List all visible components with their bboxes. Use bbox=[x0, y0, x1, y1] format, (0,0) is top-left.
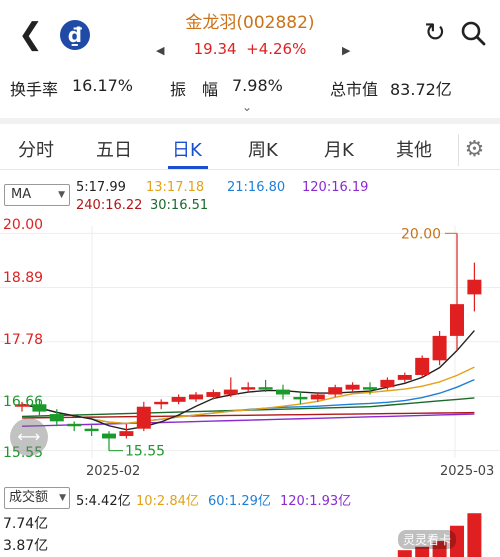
header: ❮ ₫ 金龙羽(002882) ◀ 19.34 +4.26% ▶ ↻ bbox=[0, 0, 500, 68]
vol5-value: 5:4.42亿 bbox=[76, 494, 131, 509]
price-change: +4.26% bbox=[246, 40, 307, 58]
price-axis-label: 16.66 bbox=[3, 394, 44, 410]
low-annotation: 15.55 bbox=[125, 444, 165, 460]
tab-daily-k[interactable]: 日K bbox=[172, 136, 202, 162]
candle-body bbox=[84, 428, 99, 432]
candle-body bbox=[189, 394, 203, 400]
tab-other[interactable]: 其他 bbox=[396, 136, 432, 162]
volume-selector[interactable]: 成交额 ▼ bbox=[4, 487, 70, 509]
candle-body bbox=[467, 279, 482, 295]
price-axis-label: 17.78 bbox=[3, 332, 44, 348]
candle-body bbox=[258, 387, 273, 390]
vol120-value: 120:1.93亿 bbox=[280, 494, 352, 509]
candle-body bbox=[102, 433, 116, 439]
date-label: 2025-02 bbox=[86, 464, 141, 479]
active-tab-underline bbox=[168, 166, 208, 169]
candle-body bbox=[380, 379, 395, 388]
candle-body bbox=[293, 396, 308, 400]
volume-bar bbox=[467, 513, 482, 557]
candle-body bbox=[328, 387, 343, 395]
candle-body bbox=[67, 423, 82, 427]
refresh-icon[interactable]: ↻ bbox=[424, 20, 446, 46]
collapse-icon[interactable]: ⟷ bbox=[10, 418, 48, 456]
amplitude-label: 振 幅 bbox=[170, 80, 219, 99]
tab-intraday[interactable]: 分时 bbox=[18, 136, 54, 162]
volume-selector-label: 成交额 bbox=[9, 490, 49, 505]
candle-body bbox=[119, 431, 134, 437]
candle-body bbox=[276, 389, 290, 395]
watermark: 灵灵看卡 bbox=[398, 530, 457, 549]
turnover-label: 换手率 bbox=[10, 80, 59, 99]
price-axis-label: 20.00 bbox=[3, 217, 44, 233]
volume-bar bbox=[397, 550, 412, 557]
dropdown-icon: ▼ bbox=[59, 493, 66, 503]
stats-row: 换手率 16.17% 振 幅 7.98% 总市值 83.72亿 bbox=[0, 76, 500, 102]
mktcap-label: 总市值 bbox=[330, 80, 379, 99]
candle-body bbox=[345, 384, 360, 390]
candle-body bbox=[223, 389, 238, 395]
divider bbox=[0, 118, 500, 124]
search-icon[interactable] bbox=[460, 20, 486, 46]
candle-body bbox=[397, 374, 412, 380]
tab-five-day[interactable]: 五日 bbox=[96, 136, 132, 162]
ma13-value: 13:17.18 bbox=[146, 180, 205, 195]
ma5-value: 5:17.99 bbox=[76, 180, 126, 195]
vol10-value: 10:2.84亿 bbox=[136, 494, 199, 509]
ma21-value: 21:16.80 bbox=[227, 180, 286, 195]
expand-chevron-icon[interactable]: ⌄ bbox=[242, 100, 252, 114]
candle-body bbox=[154, 401, 169, 405]
price-axis-label: 18.89 bbox=[3, 270, 44, 286]
ma120-value: 120:16.19 bbox=[302, 180, 369, 195]
candle-body bbox=[310, 394, 325, 400]
candle-body bbox=[171, 396, 186, 402]
candle-body bbox=[450, 304, 464, 336]
candle-body bbox=[241, 387, 256, 390]
amplitude-value: 7.98% bbox=[232, 76, 283, 95]
ma-selector[interactable]: MA ▼ bbox=[4, 184, 70, 206]
turnover-value: 16.17% bbox=[72, 76, 134, 95]
ma240-value: 240:16.22 bbox=[76, 198, 143, 213]
dropdown-icon: ▼ bbox=[58, 190, 65, 200]
vol60-value: 60:1.29亿 bbox=[208, 494, 271, 509]
next-stock-icon[interactable]: ▶ bbox=[342, 44, 350, 57]
candle-body bbox=[206, 392, 221, 397]
ma30-value: 30:16.51 bbox=[150, 198, 209, 213]
tab-weekly-k[interactable]: 周K bbox=[248, 136, 278, 162]
candle-body bbox=[363, 387, 377, 390]
ma-selector-label: MA bbox=[11, 187, 32, 202]
gear-icon[interactable]: ⚙ bbox=[458, 134, 490, 166]
date-label: 2025-03 bbox=[440, 464, 495, 479]
tab-monthly-k[interactable]: 月K bbox=[324, 136, 354, 162]
candle-body bbox=[49, 414, 64, 422]
candle-body bbox=[136, 406, 151, 429]
candlestick-chart[interactable]: 20.00 15.55 bbox=[0, 214, 500, 464]
period-tabs: 分时 五日 日K 周K 月K 其他 ⚙ bbox=[0, 128, 500, 170]
mktcap-value: 83.72亿 bbox=[390, 80, 452, 99]
candle-body bbox=[415, 357, 430, 375]
high-annotation: 20.00 bbox=[401, 226, 441, 242]
current-price: 19.34 bbox=[193, 40, 237, 58]
candle-body bbox=[432, 335, 447, 361]
